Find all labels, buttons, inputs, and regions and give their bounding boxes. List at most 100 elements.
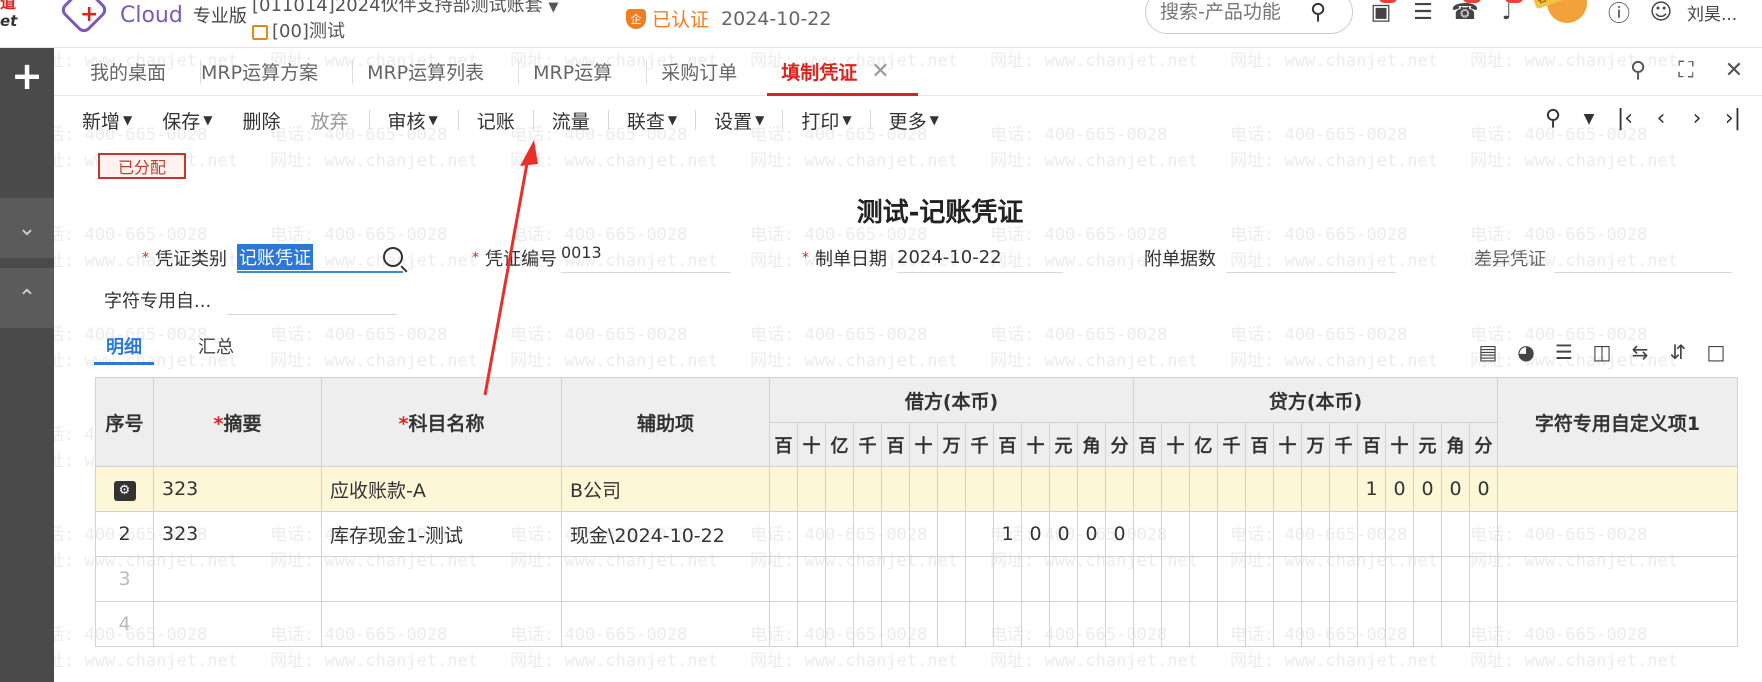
tab-detail[interactable]: 明细 (94, 327, 154, 365)
summary-cell[interactable] (153, 556, 322, 602)
search-voucher-icon[interactable]: ⚲ (1544, 106, 1562, 131)
row-seq[interactable]: 4 (95, 601, 154, 647)
row-seq[interactable]: 3 (95, 556, 154, 602)
credit-digit-cell[interactable] (1161, 601, 1190, 647)
debit-digit-cell[interactable] (909, 601, 938, 647)
insert-row-icon[interactable]: ▤ (1476, 340, 1500, 364)
credit-digit-cell[interactable] (1301, 466, 1330, 512)
debit-digit-cell[interactable] (1021, 556, 1050, 602)
credit-digit-cell[interactable]: 0 (1469, 466, 1498, 512)
credit-digit-cell[interactable] (1357, 556, 1386, 602)
custom1-cell[interactable] (1497, 556, 1738, 602)
debit-digit-cell[interactable] (937, 556, 966, 602)
account-cell[interactable]: 库存现金1-测试 (321, 511, 562, 557)
help-icon[interactable]: ⓘ (1603, 0, 1635, 27)
credit-digit-cell[interactable] (1133, 466, 1162, 512)
debit-digit-cell[interactable] (853, 466, 882, 512)
account-switcher[interactable]: [011014]2024伙伴支持部测试账套 ▼ [00]测试 (252, 0, 558, 44)
credit-digit-cell[interactable] (1329, 556, 1358, 602)
table-row[interactable]: ⚙ 323 应收账款-A B公司 1 0 0 0 0 (95, 466, 1738, 512)
custom-field-input[interactable] (227, 285, 398, 315)
task-list-icon[interactable]: ☰ (1407, 0, 1439, 25)
save-disk-icon[interactable]: ▣ (1365, 0, 1397, 25)
first-record-icon[interactable]: |‹ (1616, 106, 1634, 131)
last-record-icon[interactable]: ›| (1724, 106, 1742, 131)
debit-digit-cell[interactable] (1021, 466, 1050, 512)
credit-digit-cell[interactable] (1385, 601, 1414, 647)
credit-digit-cell[interactable] (1441, 511, 1470, 557)
search-icon[interactable] (383, 247, 403, 267)
aux-cell[interactable]: 现金\2024-10-22 (561, 511, 770, 557)
credit-digit-cell[interactable] (1273, 601, 1302, 647)
debit-digit-cell[interactable] (937, 466, 966, 512)
close-icon[interactable]: ✕ (1720, 56, 1748, 84)
summary-cell[interactable]: 323 (153, 511, 322, 557)
credit-digit-cell[interactable] (1217, 556, 1246, 602)
close-icon[interactable]: ✕ (871, 59, 889, 84)
credit-digit-cell[interactable] (1441, 601, 1470, 647)
settings-button[interactable]: 设置 ▼ (696, 107, 764, 134)
debit-digit-cell[interactable] (825, 511, 854, 557)
debit-digit-cell[interactable] (937, 511, 966, 557)
expand-icon[interactable]: □ (1704, 340, 1728, 364)
table-row[interactable]: 2 323 库存现金1-测试 现金\2024-10-22 1 0 0 0 0 (95, 511, 1738, 557)
fullscreen-icon[interactable]: ⛶ (1672, 56, 1700, 84)
diff-voucher-label[interactable]: 差异凭证 (1474, 245, 1546, 271)
custom1-cell[interactable] (1497, 601, 1738, 647)
debit-digit-cell[interactable] (825, 556, 854, 602)
custom1-cell[interactable] (1497, 466, 1738, 512)
table-row[interactable]: 3 (95, 556, 1738, 602)
row-seq[interactable]: 2 (95, 511, 154, 557)
debit-digit-cell[interactable] (993, 601, 1022, 647)
discard-button[interactable]: 放弃 (281, 107, 349, 134)
print-button[interactable]: 打印 ▼ (783, 107, 851, 134)
credit-digit-cell[interactable] (1301, 601, 1330, 647)
debit-digit-cell[interactable] (769, 511, 798, 557)
debit-digit-cell[interactable] (965, 556, 994, 602)
credit-digit-cell[interactable] (1301, 511, 1330, 557)
table-row[interactable]: 4 (95, 601, 1738, 647)
cashflow-button[interactable]: 流量 (534, 107, 590, 134)
debit-digit-cell[interactable] (909, 556, 938, 602)
tab-my-desktop[interactable]: 我的桌面 (54, 48, 166, 96)
query-button[interactable]: 联查 ▼ (609, 107, 677, 134)
chevron-up-icon[interactable]: ⌃ (0, 268, 54, 328)
credit-digit-cell[interactable] (1133, 601, 1162, 647)
debit-digit-cell[interactable] (1049, 601, 1078, 647)
diff-voucher-input[interactable] (1554, 243, 1732, 273)
tab-purchase-order[interactable]: 采购订单 (647, 48, 737, 96)
list-settings-icon[interactable]: ☰ (1552, 340, 1576, 364)
debit-digit-cell[interactable] (881, 556, 910, 602)
credit-digit-cell[interactable] (1329, 511, 1358, 557)
debit-digit-cell[interactable] (1105, 556, 1134, 602)
credit-digit-cell[interactable] (1441, 556, 1470, 602)
custom1-cell[interactable] (1497, 511, 1738, 557)
credit-digit-cell[interactable] (1189, 556, 1218, 602)
debit-digit-cell[interactable] (797, 601, 826, 647)
tab-mrp-run[interactable]: MRP运算 (519, 48, 612, 96)
summary-cell[interactable]: 323 (153, 466, 322, 512)
user-icon[interactable]: ☺ (1645, 0, 1677, 25)
voucher-date-input[interactable]: 2024-10-22 (897, 243, 1063, 273)
credit-digit-cell[interactable] (1133, 511, 1162, 557)
debit-digit-cell[interactable] (797, 511, 826, 557)
credit-digit-cell[interactable] (1301, 556, 1330, 602)
credit-digit-cell[interactable]: 1 (1357, 466, 1386, 512)
credit-digit-cell[interactable] (1217, 601, 1246, 647)
credit-digit-cell[interactable]: 0 (1385, 466, 1414, 512)
credit-digit-cell[interactable] (1469, 556, 1498, 602)
voucher-number-input[interactable]: 0013 (561, 243, 731, 273)
debit-digit-cell[interactable] (797, 556, 826, 602)
debit-digit-cell[interactable] (881, 601, 910, 647)
debit-digit-cell[interactable]: 0 (1077, 511, 1106, 557)
debit-digit-cell[interactable]: 1 (993, 511, 1022, 557)
account-cell[interactable] (321, 601, 562, 647)
user-name[interactable]: 刘昊... (1687, 0, 1737, 25)
debit-digit-cell[interactable] (993, 466, 1022, 512)
credit-digit-cell[interactable] (1217, 511, 1246, 557)
summary-cell[interactable] (153, 601, 322, 647)
row-settings-cell[interactable]: ⚙ (95, 466, 154, 512)
credit-digit-cell[interactable] (1413, 511, 1442, 557)
credit-digit-cell[interactable] (1161, 466, 1190, 512)
debit-digit-cell[interactable] (965, 511, 994, 557)
